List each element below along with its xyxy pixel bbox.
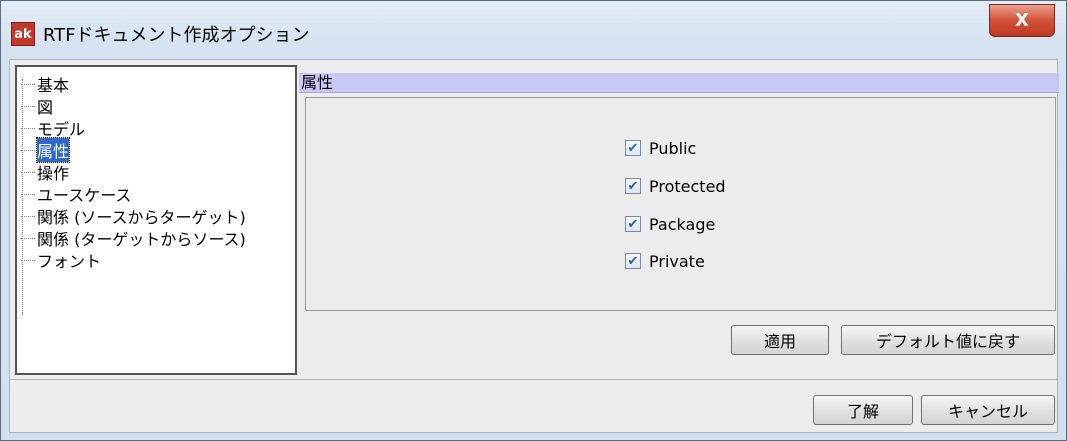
tree-item-attributes[interactable]: 属性 (21, 137, 71, 163)
dialog-window: ak RTFドキュメント作成オプション X 基本 図 モデル 属性 操作 ユース… (0, 0, 1067, 441)
tree-item-usecase[interactable]: ユースケース (21, 183, 131, 205)
checkbox-protected[interactable]: ✔ Protected (625, 175, 726, 197)
tree-item-relation-target-source[interactable]: 関係 (ターゲットからソース) (21, 227, 246, 249)
tree-item-label: 関係 (ターゲットからソース) (37, 230, 246, 249)
tree-item-label: ユースケース (37, 186, 132, 205)
tree-item-label: 関係 (ソースからターゲット) (37, 208, 246, 227)
apply-button[interactable]: 適用 (731, 325, 829, 355)
checkbox-checked-icon[interactable]: ✔ (625, 253, 641, 269)
options-group-box (305, 97, 1056, 311)
tree-item-label-selected: 属性 (35, 137, 71, 163)
checkbox-public[interactable]: ✔ Public (625, 137, 696, 159)
tree-item-operations[interactable]: 操作 (21, 161, 69, 183)
tree-item-label: モデル (37, 120, 86, 139)
checkbox-label: Package (649, 214, 716, 234)
tree-item-label: 操作 (37, 164, 70, 183)
checkbox-package[interactable]: ✔ Package (625, 213, 715, 235)
tree-item-diagram[interactable]: 図 (21, 95, 53, 117)
checkbox-label: Public (649, 138, 697, 158)
cancel-button[interactable]: キャンセル (921, 395, 1055, 425)
checkbox-checked-icon[interactable]: ✔ (625, 178, 641, 194)
category-tree[interactable]: 基本 図 モデル 属性 操作 ユースケース 関係 (ソースからターゲット) 関係… (15, 65, 297, 375)
window-title: RTFドキュメント作成オプション (43, 25, 310, 46)
checkbox-checked-icon[interactable]: ✔ (625, 216, 641, 232)
checkbox-checked-icon[interactable]: ✔ (625, 140, 641, 156)
close-button[interactable]: X (989, 4, 1055, 37)
tree-item-basic[interactable]: 基本 (21, 73, 69, 95)
ok-button[interactable]: 了解 (813, 395, 913, 425)
tree-item-model[interactable]: モデル (21, 117, 85, 139)
footer-divider (9, 379, 1058, 380)
title-bar[interactable]: ak RTFドキュメント作成オプション X (1, 1, 1066, 57)
tree-item-label: 基本 (37, 76, 70, 95)
tree-item-font[interactable]: フォント (21, 249, 101, 271)
tree-item-label: 図 (37, 98, 54, 117)
checkbox-label: Protected (649, 176, 726, 196)
reset-defaults-button[interactable]: デフォルト値に戻す (841, 325, 1055, 355)
checkbox-label: Private (649, 251, 705, 271)
close-icon: X (1015, 10, 1029, 31)
panel-header: 属性 (299, 73, 1059, 93)
tree-item-label: フォント (37, 252, 102, 271)
tree-item-relation-source-target[interactable]: 関係 (ソースからターゲット) (21, 205, 246, 227)
app-icon: ak (11, 22, 35, 46)
checkbox-private[interactable]: ✔ Private (625, 250, 705, 272)
